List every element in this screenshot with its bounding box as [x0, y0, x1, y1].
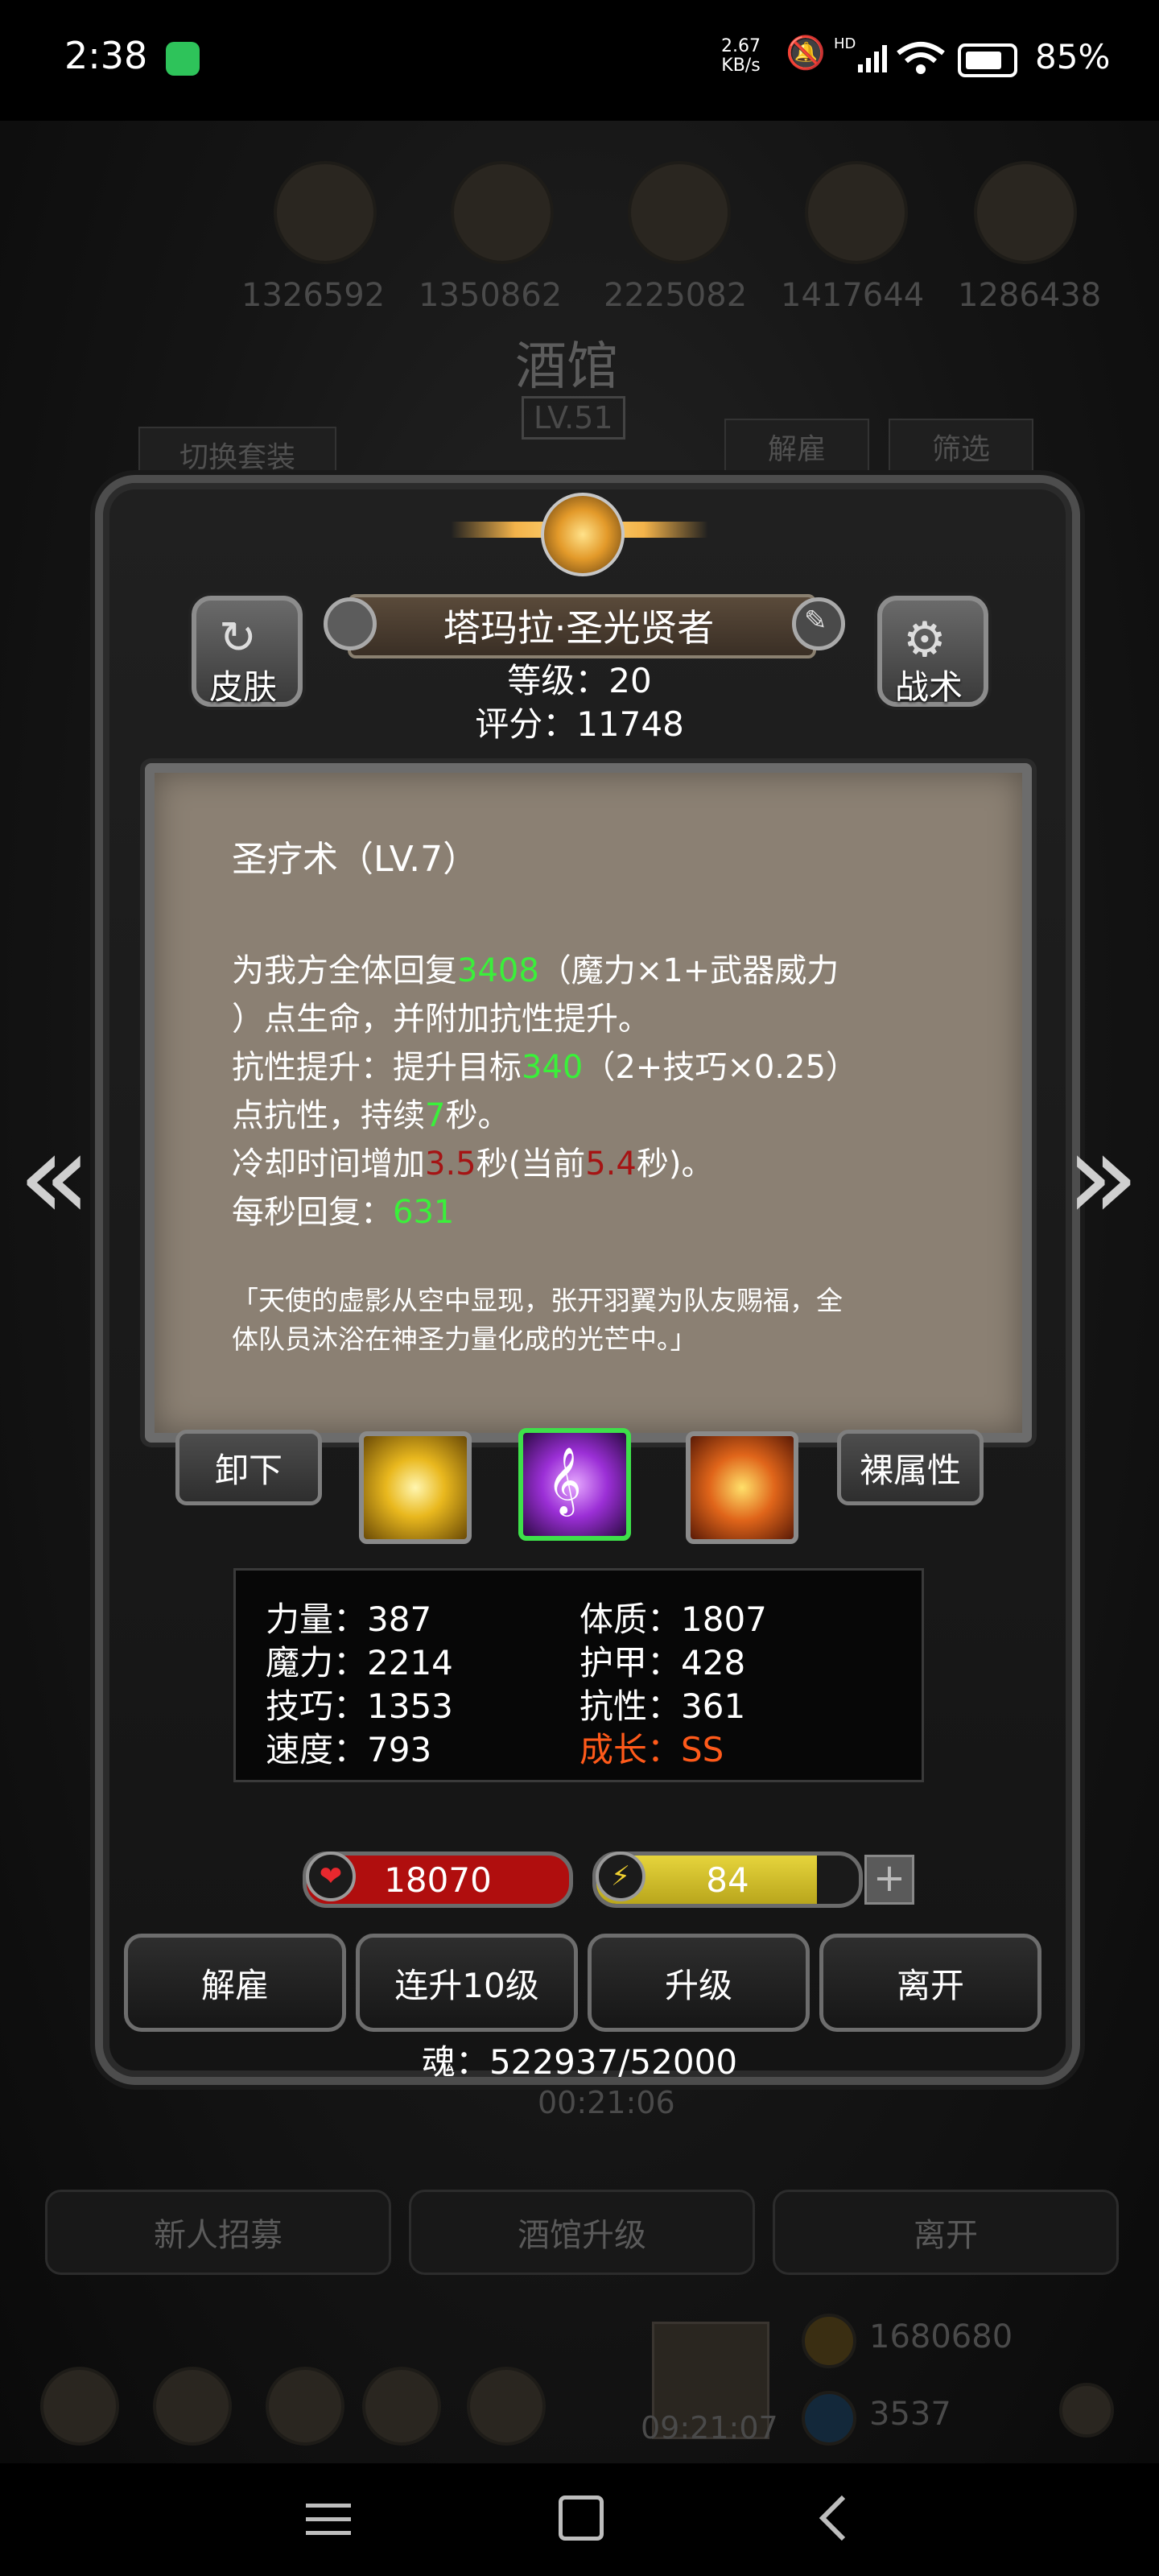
stat-speed: 速度：793 [266, 1730, 432, 1769]
sun-emblem-icon [541, 493, 625, 576]
bg-resource: 1326592 [241, 277, 386, 314]
panel-emblem [451, 483, 708, 580]
bg-hero-portrait [805, 161, 908, 264]
stat-resistance: 抗性：361 [580, 1686, 746, 1726]
bg-resource: 1417644 [781, 277, 925, 314]
upgrade-button[interactable]: 升级 [588, 1934, 810, 2032]
hd-label: HD [834, 35, 856, 52]
bg-menu-icon [40, 2367, 119, 2446]
bg-tavern-upgrade-button: 酒馆升级 [409, 2190, 755, 2275]
bg-resource: 1350862 [419, 277, 563, 314]
add-energy-button[interactable]: + [864, 1855, 914, 1905]
bg-tavern-level: LV.51 [522, 396, 625, 440]
wechat-icon [166, 42, 200, 76]
previous-hero-arrow-icon[interactable]: « [18, 1104, 92, 1249]
bg-add-icon [1059, 2383, 1114, 2438]
leave-button[interactable]: 离开 [819, 1934, 1041, 2032]
stat-magic: 魔力：2214 [266, 1643, 453, 1682]
bg-gold-amount: 1680680 [869, 2318, 1013, 2355]
skill-flavor-line: 体队员沐浴在神圣力量化成的光芒中。」 [232, 1323, 697, 1355]
bg-tavern-title: 酒馆 [515, 337, 618, 397]
stat-strength: 力量：387 [266, 1600, 432, 1639]
bg-resource: 2225082 [604, 277, 748, 314]
bg-timer-bottom: 09:21:07 [641, 2410, 778, 2446]
bg-recruit-button: 新人招募 [45, 2190, 391, 2275]
status-time: 2:38 [64, 34, 148, 77]
home-square-icon[interactable] [559, 2496, 604, 2541]
bg-menu-icon [467, 2367, 546, 2446]
edit-icon[interactable]: ✎ [792, 597, 845, 650]
stat-armor: 护甲：428 [580, 1643, 746, 1682]
stat-constitution: 体质：1807 [580, 1600, 767, 1639]
signal-icon [856, 42, 889, 77]
hero-name: 塔玛拉·圣光贤者 [443, 606, 715, 650]
level-up-10-button[interactable]: 连升10级 [356, 1934, 578, 2032]
skill-desc-line: 抗性提升：提升目标340（2+技巧×0.25） [232, 1049, 858, 1086]
soul-counter: 魂：522937/52000 [421, 2042, 738, 2082]
skill-slot-holy-shield-icon[interactable] [686, 1431, 798, 1544]
bg-hero-portrait [274, 161, 377, 264]
bg-filter-button: 筛选 [889, 419, 1033, 475]
bg-menu-icon [362, 2367, 441, 2446]
status-bar: 2:38 2.67 KB/s 🔕 HD 85% [0, 0, 1159, 121]
skill-desc-line: 每秒回复：631 [232, 1194, 455, 1231]
mute-bell-icon: 🔕 [786, 35, 826, 72]
bg-hero-portrait [451, 161, 554, 264]
skill-flavor-line: 「天使的虚影从空中显现，张开羽翼为队友赐福，全 [232, 1285, 843, 1316]
bg-leave-button: 离开 [773, 2190, 1119, 2275]
stat-skill: 技巧：1353 [266, 1686, 453, 1726]
bg-timer: 00:21:06 [538, 2085, 675, 2120]
skill-title: 圣疗术（LV.7） [232, 839, 479, 880]
skill-desc-line: 为我方全体回复3408（魔力×1+武器威力 [232, 952, 839, 989]
bg-gold-icon [802, 2314, 856, 2368]
battery-icon [958, 43, 1017, 77]
skill-desc-line: 冷却时间增加3.5秒(当前5.4秒)。 [232, 1146, 714, 1183]
stat-growth: 成长：SS [580, 1730, 724, 1769]
hero-level: 等级：20 [507, 661, 652, 700]
bg-dismiss-button: 解雇 [724, 419, 869, 475]
bg-menu-icon [153, 2367, 232, 2446]
bg-hero-portrait [974, 161, 1077, 264]
bg-resource: 1286438 [958, 277, 1102, 314]
bg-menu-icon [266, 2367, 344, 2446]
next-hero-arrow-icon[interactable]: » [1066, 1104, 1140, 1249]
bg-gem-amount: 3537 [869, 2396, 951, 2433]
system-nav-bar [0, 2463, 1159, 2576]
bg-gem-icon [802, 2391, 856, 2446]
battery-percent: 85% [1035, 37, 1111, 76]
hero-score: 评分：11748 [475, 704, 684, 744]
back-chevron-icon[interactable] [818, 2494, 847, 2545]
menu-icon[interactable] [306, 2502, 351, 2541]
bg-hero-portrait [628, 161, 731, 264]
skill-desc-line: ）点生命，并附加抗性提升。 [232, 1001, 650, 1038]
network-speed: 2.67 KB/s [721, 36, 761, 76]
naked-attributes-button[interactable]: 裸属性 [837, 1430, 984, 1505]
dismiss-button[interactable]: 解雇 [124, 1934, 346, 2032]
skill-desc-line: 点抗性，持续7秒。 [232, 1097, 510, 1134]
wifi-icon [895, 40, 947, 79]
skill-slot-heal-selected-icon[interactable]: 𝄞 [518, 1428, 631, 1541]
heart-icon: ❤ [306, 1852, 356, 1901]
skill-slot-light-burst-icon[interactable] [359, 1431, 472, 1544]
lightning-icon: ⚡ [596, 1852, 645, 1901]
unequip-button[interactable]: 卸下 [175, 1430, 322, 1505]
